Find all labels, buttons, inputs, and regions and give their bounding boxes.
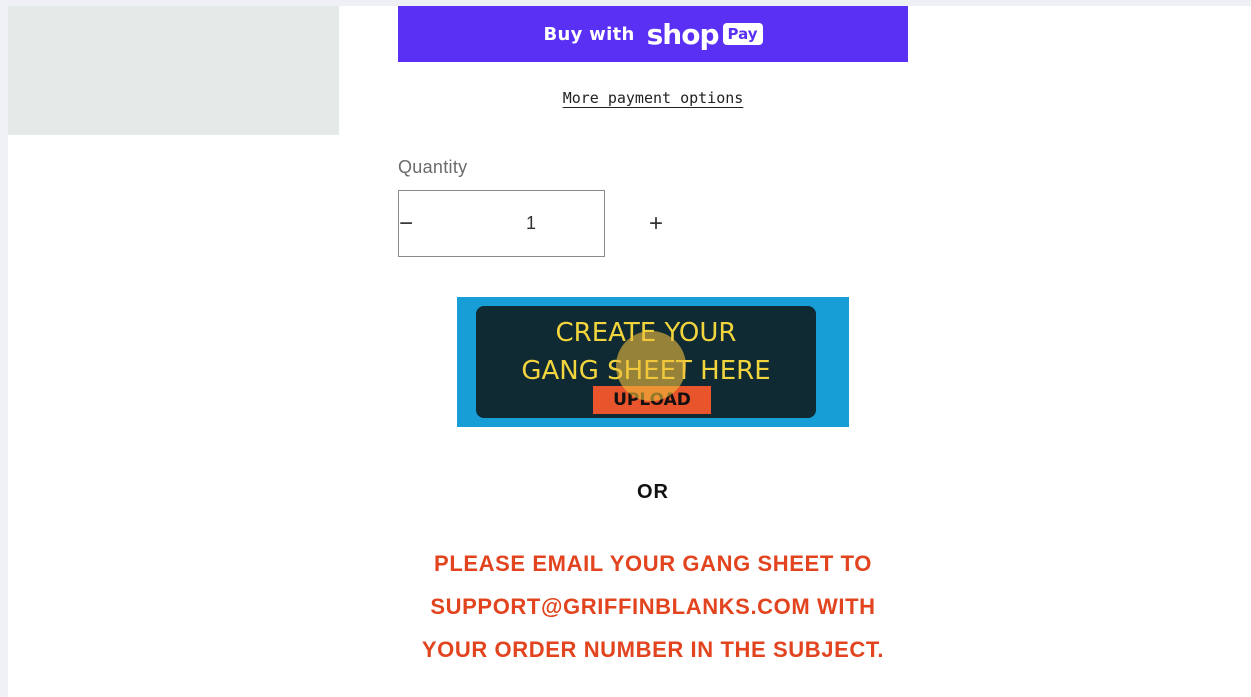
quantity-increase-button[interactable]: + <box>649 191 663 256</box>
quantity-stepper: − + <box>398 190 663 257</box>
banner-panel: CREATE YOUR GANG SHEET HERE UPLOAD <box>476 306 816 418</box>
buy-with-shop-pay-button[interactable]: Buy with shop Pay <box>398 6 908 62</box>
notice-line-3: YOUR ORDER NUMBER IN THE SUBJECT. <box>421 637 885 662</box>
more-payment-options-container: More payment options <box>398 89 908 108</box>
shop-logo: shop <box>646 17 720 51</box>
notice-line-2: SUPPORT@GRIFFINBLANKS.COM WITH <box>430 594 876 619</box>
notice-line-1: PLEASE EMAIL YOUR GANG SHEET TO <box>434 551 872 576</box>
create-gang-sheet-banner[interactable]: CREATE YOUR GANG SHEET HERE UPLOAD <box>457 297 849 427</box>
quantity-input[interactable] <box>413 212 650 235</box>
pay-badge: Pay <box>722 23 763 45</box>
cursor-highlight <box>616 331 686 401</box>
email-notice: PLEASE EMAIL YOUR GANG SHEET TO SUPPORT@… <box>348 542 958 671</box>
or-divider: OR <box>637 481 669 503</box>
quantity-label: Quantity <box>398 157 468 177</box>
quantity-decrease-button[interactable]: − <box>399 191 413 256</box>
more-payment-options-link[interactable]: More payment options <box>563 89 744 107</box>
product-page: Buy with shop Pay More payment options Q… <box>8 6 1251 697</box>
product-image-thumbnail <box>8 6 339 135</box>
buy-with-label: Buy with <box>543 23 635 45</box>
